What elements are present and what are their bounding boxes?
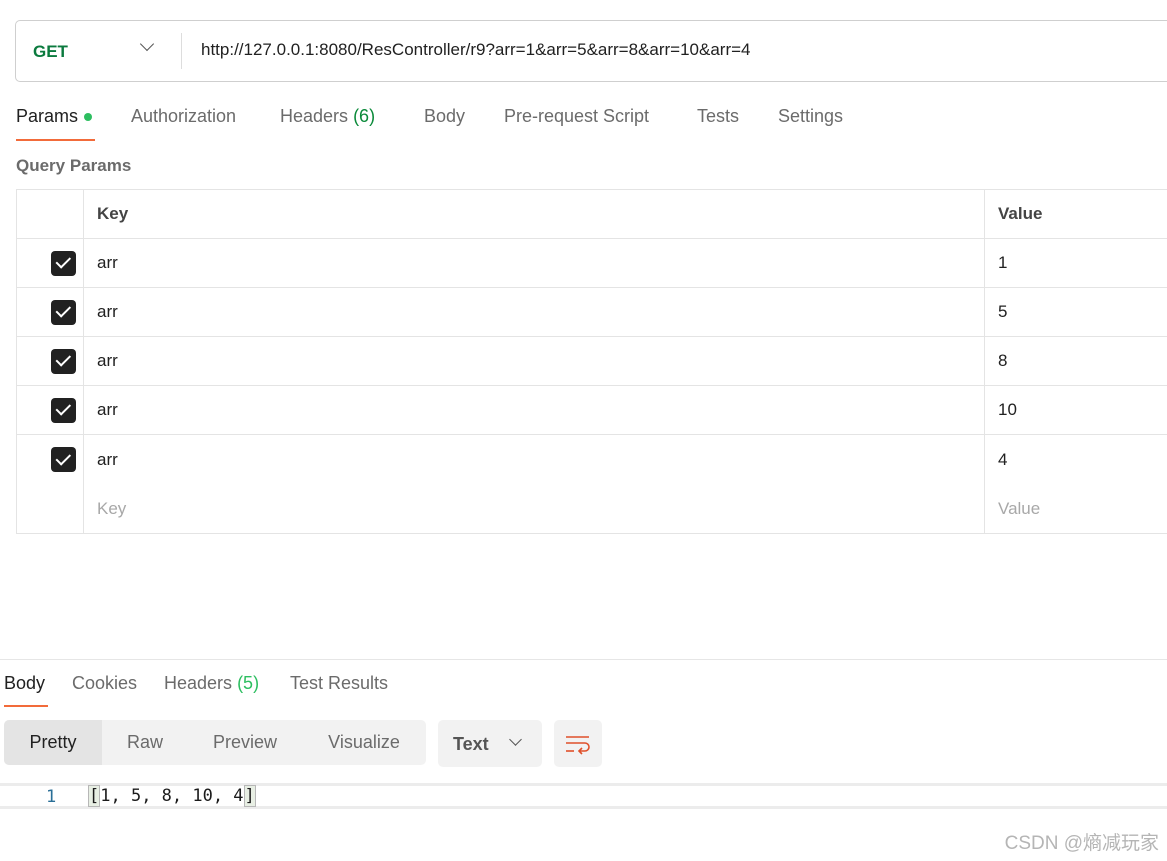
param-value[interactable]: 5 xyxy=(985,288,1167,336)
headers-count: (6) xyxy=(353,106,376,126)
value-header: Value xyxy=(998,204,1043,223)
param-value[interactable]: 1 xyxy=(985,239,1167,287)
response-tab-cookies[interactable]: Cookies xyxy=(72,673,137,694)
pane-divider[interactable] xyxy=(0,659,1167,660)
format-label: Text xyxy=(453,734,489,754)
key-input[interactable]: Key xyxy=(84,484,985,533)
active-tab-underline xyxy=(16,139,95,141)
request-bar: GET http://127.0.0.1:8080/ResController/… xyxy=(15,20,1167,82)
checkbox[interactable] xyxy=(51,397,76,423)
value-input[interactable]: Value xyxy=(985,484,1167,533)
param-row: arr 1 xyxy=(17,239,1167,288)
tab-headers[interactable]: Headers (6) xyxy=(280,106,375,127)
chevron-down-icon[interactable] xyxy=(139,36,155,52)
view-mode-group: Pretty Raw Preview Visualize xyxy=(4,720,426,765)
watermark: CSDN @熵减玩家 xyxy=(1004,833,1159,854)
checkbox[interactable] xyxy=(51,250,76,276)
divider xyxy=(181,33,182,69)
response-tab-headers[interactable]: Headers (5) xyxy=(164,673,259,694)
active-dot-icon xyxy=(84,113,93,122)
visualize-button[interactable]: Visualize xyxy=(302,720,426,765)
param-row: arr 10 xyxy=(17,386,1167,435)
query-params-table: Key Value arr 1 arr 5 arr 8 arr 10 arr 4 Key Valu… xyxy=(16,189,1167,534)
bracket: [ xyxy=(88,785,101,807)
pretty-button[interactable]: Pretty xyxy=(4,720,102,765)
format-dropdown[interactable]: Text xyxy=(438,720,542,767)
wrap-lines-icon xyxy=(566,736,590,755)
response-tab-body[interactable]: Body xyxy=(4,673,45,694)
param-value[interactable]: 4 xyxy=(985,435,1167,484)
param-row: arr 5 xyxy=(17,288,1167,337)
key-header: Key xyxy=(84,190,985,238)
tab-settings[interactable]: Settings xyxy=(778,106,843,127)
checkbox[interactable] xyxy=(51,299,76,325)
tab-label: Headers xyxy=(280,106,349,126)
checkbox[interactable] xyxy=(51,348,76,374)
headers-count: (5) xyxy=(237,673,260,693)
tab-label: Params xyxy=(16,106,79,126)
method-select[interactable]: GET xyxy=(33,42,68,62)
empty-param-row: Key Value xyxy=(17,484,1167,533)
response-tab-test-results[interactable]: Test Results xyxy=(290,673,388,694)
wrap-lines-button[interactable] xyxy=(554,720,602,767)
tab-authorization[interactable]: Authorization xyxy=(131,106,236,127)
param-key[interactable]: arr xyxy=(84,288,985,336)
tab-tests[interactable]: Tests xyxy=(697,106,739,127)
param-value[interactable]: 8 xyxy=(985,337,1167,385)
param-key[interactable]: arr xyxy=(84,386,985,434)
tab-prerequest-script[interactable]: Pre-request Script xyxy=(504,106,649,127)
preview-button[interactable]: Preview xyxy=(188,720,302,765)
param-row: arr 4 xyxy=(17,435,1167,484)
response-body[interactable]: [1, 5, 8, 10, 4] xyxy=(88,785,256,807)
param-row: arr 8 xyxy=(17,337,1167,386)
url-input[interactable]: http://127.0.0.1:8080/ResController/r9?a… xyxy=(201,40,751,60)
bracket: ] xyxy=(243,785,256,807)
checkbox[interactable] xyxy=(51,447,76,472)
param-key[interactable]: arr xyxy=(84,239,985,287)
raw-button[interactable]: Raw xyxy=(102,720,188,765)
body-text: 1, 5, 8, 10, 4 xyxy=(100,786,244,806)
param-key[interactable]: arr xyxy=(84,337,985,385)
param-key[interactable]: arr xyxy=(84,435,985,484)
chevron-down-icon xyxy=(509,733,522,746)
query-params-title: Query Params xyxy=(16,156,132,175)
active-tab-underline xyxy=(4,705,48,707)
line-number: 1 xyxy=(46,787,57,807)
param-value[interactable]: 10 xyxy=(985,386,1167,434)
tab-label: Headers xyxy=(164,673,233,693)
tab-params[interactable]: Params xyxy=(16,106,93,127)
tab-body[interactable]: Body xyxy=(424,106,465,127)
table-header: Key Value xyxy=(17,190,1167,239)
